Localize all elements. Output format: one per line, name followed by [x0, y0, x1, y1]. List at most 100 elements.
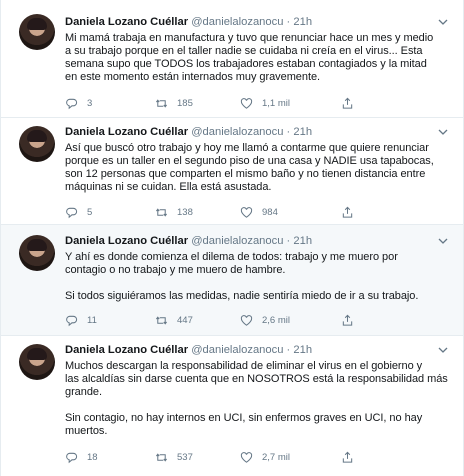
- reply-count: 3: [87, 97, 93, 109]
- retweet-count: 447: [177, 314, 193, 326]
- retweet-count: 537: [177, 451, 193, 463]
- like-button[interactable]: 2,7 mil: [240, 450, 290, 464]
- author-name[interactable]: Daniela Lozano Cuéllar: [65, 344, 188, 356]
- separator-dot: ·: [286, 16, 291, 28]
- tweet-line: Sin contagio, no hay internos en UCI, si…: [65, 412, 423, 424]
- retweet-count: 185: [177, 97, 193, 109]
- timestamp[interactable]: 21h: [293, 16, 312, 28]
- heart-icon: [240, 451, 253, 463]
- like-count: 2,7 mil: [262, 451, 290, 463]
- tweet-text: Muchos descargan la responsabilidad de e…: [65, 360, 453, 438]
- reply-icon: [66, 452, 78, 463]
- reply-icon: [66, 207, 78, 218]
- reply-button[interactable]: 11: [65, 313, 97, 327]
- chevron-down-icon[interactable]: [437, 126, 449, 138]
- share-button[interactable]: [341, 313, 363, 327]
- tweet-text: Mi mamá trabaja en manufactura y tuvo qu…: [65, 32, 453, 84]
- timestamp[interactable]: 21h: [293, 126, 312, 138]
- avatar[interactable]: [19, 126, 55, 162]
- share-icon: [342, 206, 353, 218]
- timestamp[interactable]: 21h: [293, 235, 312, 247]
- heart-icon: [240, 314, 253, 326]
- like-button[interactable]: 984: [240, 205, 278, 219]
- author-handle[interactable]: @danielalozanocu: [191, 344, 283, 356]
- tweet[interactable]: Daniela Lozano Cuéllar @danielalozanocu …: [1, 0, 463, 118]
- chevron-down-icon[interactable]: [437, 16, 449, 28]
- tweet-highlighted[interactable]: Daniela Lozano Cuéllar @danielalozanocu …: [1, 225, 463, 336]
- tweet-actions: 18 537 2,7 mil: [65, 450, 425, 464]
- share-icon: [342, 97, 353, 109]
- share-button[interactable]: [341, 450, 363, 464]
- avatar[interactable]: [19, 14, 55, 50]
- share-button[interactable]: [341, 96, 363, 110]
- heart-icon: [240, 97, 253, 109]
- tweet-line: máquinas ni se cuidan. Ella está asustad…: [65, 181, 272, 193]
- retweet-button[interactable]: 185: [155, 96, 193, 110]
- tweet-line: a su trabajo porque en el taller nadie s…: [65, 45, 423, 57]
- author-handle[interactable]: @danielalozanocu: [191, 235, 283, 247]
- tweet-line: Muchos descargan la responsabilidad de e…: [65, 360, 423, 372]
- tweet[interactable]: Daniela Lozano Cuéllar @danielalozanocu …: [1, 336, 463, 476]
- like-count: 984: [262, 206, 278, 218]
- chevron-down-icon[interactable]: [437, 344, 449, 356]
- retweet-button[interactable]: 447: [155, 313, 193, 327]
- share-icon: [342, 314, 353, 326]
- tweet-line: contagio o no trabajo y me muero de hamb…: [65, 264, 286, 276]
- like-button[interactable]: 2,6 mil: [240, 313, 290, 327]
- heart-icon: [240, 206, 253, 218]
- retweet-icon: [155, 207, 168, 217]
- reply-count: 18: [87, 451, 98, 463]
- separator-dot: ·: [286, 344, 291, 356]
- reply-count: 5: [87, 206, 93, 218]
- tweet-actions: 3 185 1,1 mil: [65, 96, 425, 110]
- like-button[interactable]: 1,1 mil: [240, 96, 290, 110]
- tweet-text: Y ahí es donde comienza el dilema de tod…: [65, 251, 453, 303]
- tweet-line: Y ahí es donde comienza el dilema de tod…: [65, 251, 398, 263]
- tweet-line: Si todos siguiéramos las medidas, nadie …: [65, 290, 419, 302]
- tweet-line: porque es un taller en el segundo piso d…: [65, 155, 434, 167]
- author-handle[interactable]: @danielalozanocu: [191, 126, 283, 138]
- tweet-header: Daniela Lozano Cuéllar @danielalozanocu …: [65, 344, 312, 356]
- retweet-button[interactable]: 138: [155, 205, 193, 219]
- avatar[interactable]: [19, 344, 55, 380]
- share-button[interactable]: [341, 205, 363, 219]
- reply-button[interactable]: 18: [65, 450, 98, 464]
- share-icon: [342, 451, 353, 463]
- like-count: 1,1 mil: [262, 97, 290, 109]
- reply-count: 11: [87, 314, 97, 326]
- tweet-line: en este momento están internados muy gra…: [65, 71, 321, 83]
- timestamp[interactable]: 21h: [293, 344, 312, 356]
- retweet-icon: [155, 315, 168, 325]
- retweet-icon: [155, 452, 168, 462]
- separator-dot: ·: [286, 235, 291, 247]
- chevron-down-icon[interactable]: [437, 235, 449, 247]
- tweet[interactable]: Daniela Lozano Cuéllar @danielalozanocu …: [1, 118, 463, 225]
- reply-button[interactable]: 5: [65, 205, 92, 219]
- retweet-button[interactable]: 537: [155, 450, 193, 464]
- retweet-count: 138: [177, 206, 193, 218]
- tweet-header: Daniela Lozano Cuéllar @danielalozanocu …: [65, 16, 312, 28]
- like-count: 2,6 mil: [262, 314, 290, 326]
- author-name[interactable]: Daniela Lozano Cuéllar: [65, 126, 188, 138]
- reply-button[interactable]: 3: [65, 96, 92, 110]
- author-handle[interactable]: @danielalozanocu: [191, 16, 283, 28]
- tweet-line: grande.: [65, 386, 102, 398]
- tweet-text: Así que buscó otro trabajo y hoy me llam…: [65, 142, 453, 194]
- avatar[interactable]: [19, 235, 55, 271]
- tweet-line: son 12 personas que comparten el mismo b…: [65, 168, 426, 180]
- separator-dot: ·: [286, 126, 291, 138]
- tweet-line: las alcaldías sin darse cuenta que en NO…: [65, 373, 448, 385]
- tweet-header: Daniela Lozano Cuéllar @danielalozanocu …: [65, 126, 312, 138]
- retweet-icon: [155, 98, 168, 108]
- tweet-actions: 11 447 2,6 mil: [65, 313, 425, 327]
- tweet-header: Daniela Lozano Cuéllar @danielalozanocu …: [65, 235, 312, 247]
- tweet-line: Así que buscó otro trabajo y hoy me llam…: [65, 142, 429, 154]
- tweet-line: semana supo que TODOS los trabajadores e…: [65, 58, 427, 70]
- tweet-line: Mi mamá trabaja en manufactura y tuvo qu…: [65, 32, 434, 44]
- author-name[interactable]: Daniela Lozano Cuéllar: [65, 235, 188, 247]
- author-name[interactable]: Daniela Lozano Cuéllar: [65, 16, 188, 28]
- tweet-actions: 5 138 984: [65, 205, 425, 219]
- reply-icon: [66, 98, 78, 109]
